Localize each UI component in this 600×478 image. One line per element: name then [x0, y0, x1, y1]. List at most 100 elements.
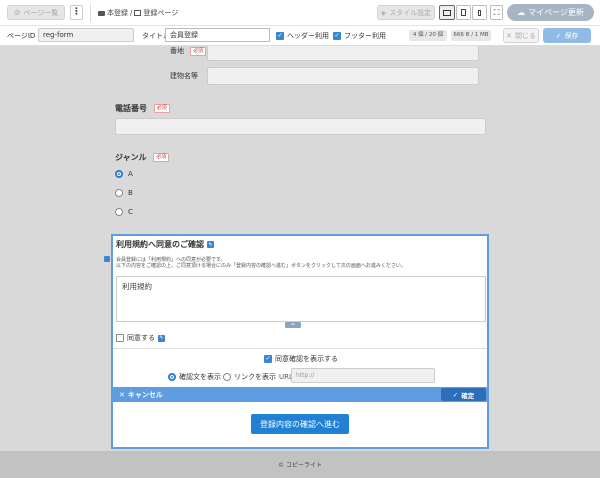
- close-icon: ✕: [119, 391, 125, 399]
- title-field[interactable]: 会員登録: [165, 28, 270, 42]
- save-button[interactable]: ✓ 保存: [543, 28, 591, 43]
- phone-label-row: 電話番号 必須: [115, 103, 170, 114]
- top-toolbar: ⊘ ページ一覧 ⋮ 本登録 / 登録ページ ◈ スタイル設定 ⛶ ☁ マイページ…: [0, 0, 600, 26]
- show-confirm-checkbox[interactable]: ✓: [264, 355, 272, 363]
- my-page-update-label: マイページ更新: [528, 8, 584, 17]
- panel-footer: ✕ キャンセル ✓ 確定: [113, 387, 487, 402]
- file-size-badge: 666 B / 1 MB: [451, 30, 491, 41]
- cloud-upload-icon: ☁: [517, 8, 526, 17]
- show-text-radio[interactable]: [168, 373, 176, 381]
- required-badge: 必須: [153, 104, 170, 113]
- consent-description-line: 以下の内容をご確認の上、ご同意頂ける場合にのみ「登録内容の確認へ進む」ボタンをク…: [116, 263, 406, 269]
- tablet-icon: [461, 9, 466, 16]
- consent-description: 会員登録には「利用規約」への同意が必要です。 以下の内容をご確認の上、ご同意頂け…: [116, 257, 486, 269]
- address-label-row: 番地 必須: [170, 46, 207, 56]
- toolbar-divider: [90, 3, 91, 22]
- tablet-view-button[interactable]: [456, 5, 471, 20]
- show-link-radio[interactable]: [223, 373, 231, 381]
- genre-radio-a[interactable]: [115, 170, 123, 178]
- phone-label: 電話番号: [115, 104, 147, 113]
- address-field[interactable]: [207, 46, 479, 61]
- agree-option[interactable]: 同意する ✎: [116, 333, 165, 343]
- submit-button[interactable]: 登録内容の確認へ進む: [251, 414, 349, 434]
- genre-option-c[interactable]: C: [115, 208, 133, 216]
- use-header-label: ヘッダー利用: [287, 32, 329, 40]
- style-settings-button[interactable]: ◈ スタイル設定: [377, 5, 435, 20]
- folder-icon: [98, 10, 105, 16]
- agree-checkbox[interactable]: [116, 334, 124, 342]
- page-id-label: ページID: [7, 32, 36, 40]
- consent-title-row: 利用規約へ同意のご確認 ✎: [116, 239, 214, 250]
- breadcrumb: 本登録 / 登録ページ: [98, 8, 178, 18]
- phone-field[interactable]: [115, 118, 486, 135]
- confirm-label: 確定: [461, 391, 475, 400]
- copyright-text: © コピーライト: [278, 462, 322, 469]
- more-menu-button[interactable]: ⋮: [70, 5, 83, 20]
- terms-textarea[interactable]: 利用規約: [116, 276, 486, 322]
- panel-divider: [113, 348, 487, 349]
- page-list-icon: ⊘: [13, 8, 21, 17]
- vertical-dots-icon: ⋮: [72, 7, 81, 17]
- option-link-label: リンクを表示: [234, 373, 276, 381]
- breadcrumb-separator: /: [130, 9, 133, 17]
- block-count-badge: 4 個 / 20 個: [409, 30, 447, 41]
- show-confirm-option[interactable]: ✓ 同意確認を表示する: [264, 354, 338, 364]
- mobile-view-button[interactable]: [472, 5, 487, 20]
- agree-label: 同意する: [127, 334, 155, 342]
- building-label: 建物名等: [170, 72, 198, 80]
- breadcrumb-parent[interactable]: 本登録: [107, 8, 128, 18]
- use-footer-label: フッター利用: [344, 32, 386, 40]
- use-footer-option[interactable]: ✓ フッター利用: [333, 31, 386, 41]
- genre-option-label: C: [128, 208, 133, 216]
- use-header-checkbox[interactable]: ✓: [276, 32, 284, 40]
- mobile-icon: [478, 9, 481, 16]
- style-settings-label: スタイル設定: [389, 8, 432, 17]
- save-label: 保存: [564, 31, 579, 40]
- cancel-label: キャンセル: [127, 391, 163, 399]
- check-icon: ✓: [555, 31, 562, 40]
- page-id-field[interactable]: reg-form: [38, 28, 134, 42]
- consent-title: 利用規約へ同意のご確認: [116, 240, 204, 249]
- palette-icon: ◈: [380, 8, 387, 17]
- page-icon: [134, 10, 142, 16]
- edit-title-icon[interactable]: ✎: [207, 241, 214, 248]
- close-icon: ✕: [506, 31, 512, 40]
- required-badge: 必須: [153, 153, 170, 162]
- use-footer-checkbox[interactable]: ✓: [333, 32, 341, 40]
- page-canvas: 番地 必須 建物名等 電話番号 必須 ジャンル 必須 A B C 利用規約へ同意…: [0, 46, 600, 451]
- genre-option-label: B: [128, 189, 133, 197]
- page-list-label: ページ一覧: [23, 8, 59, 17]
- fullscreen-button[interactable]: ⛶: [490, 5, 503, 20]
- page-footer: © コピーライト: [0, 451, 600, 478]
- option-show-text[interactable]: 確認文を表示: [168, 372, 221, 382]
- cancel-button[interactable]: ✕ キャンセル: [119, 390, 163, 400]
- address-label: 番地: [170, 47, 184, 55]
- use-header-option[interactable]: ✓ ヘッダー利用: [276, 31, 329, 41]
- close-button[interactable]: ✕ 閉じる: [503, 28, 539, 43]
- genre-radio-b[interactable]: [115, 189, 123, 197]
- genre-label-row: ジャンル 必須: [115, 152, 170, 163]
- fullscreen-icon: ⛶: [493, 7, 500, 17]
- option-show-link[interactable]: リンクを表示: [223, 372, 276, 382]
- block-edit-marker-icon[interactable]: [104, 256, 110, 262]
- my-page-update-button[interactable]: ☁ マイページ更新: [507, 4, 594, 21]
- close-label: 閉じる: [514, 31, 536, 40]
- genre-radio-c[interactable]: [115, 208, 123, 216]
- option-text-label: 確認文を表示: [179, 373, 221, 381]
- required-badge: 必須: [190, 46, 207, 56]
- page-settings-bar: ページID reg-form タイトル 会員登録 ✓ ヘッダー利用 ✓ フッター…: [0, 26, 600, 46]
- genre-label: ジャンル: [115, 153, 147, 162]
- building-field[interactable]: [207, 67, 479, 85]
- desktop-icon: [443, 9, 451, 16]
- confirm-button[interactable]: ✓ 確定: [441, 388, 486, 401]
- genre-option-a[interactable]: A: [115, 170, 133, 178]
- page-list-button[interactable]: ⊘ ページ一覧: [7, 5, 65, 20]
- genre-option-label: A: [128, 170, 133, 178]
- desktop-view-button[interactable]: [439, 5, 455, 20]
- genre-option-b[interactable]: B: [115, 189, 133, 197]
- edit-agree-icon[interactable]: ✎: [158, 334, 165, 342]
- url-field[interactable]: http://: [291, 368, 435, 383]
- check-icon: ✓: [452, 390, 459, 399]
- resize-handle[interactable]: ═: [285, 322, 301, 328]
- terms-text: 利用規約: [122, 282, 152, 291]
